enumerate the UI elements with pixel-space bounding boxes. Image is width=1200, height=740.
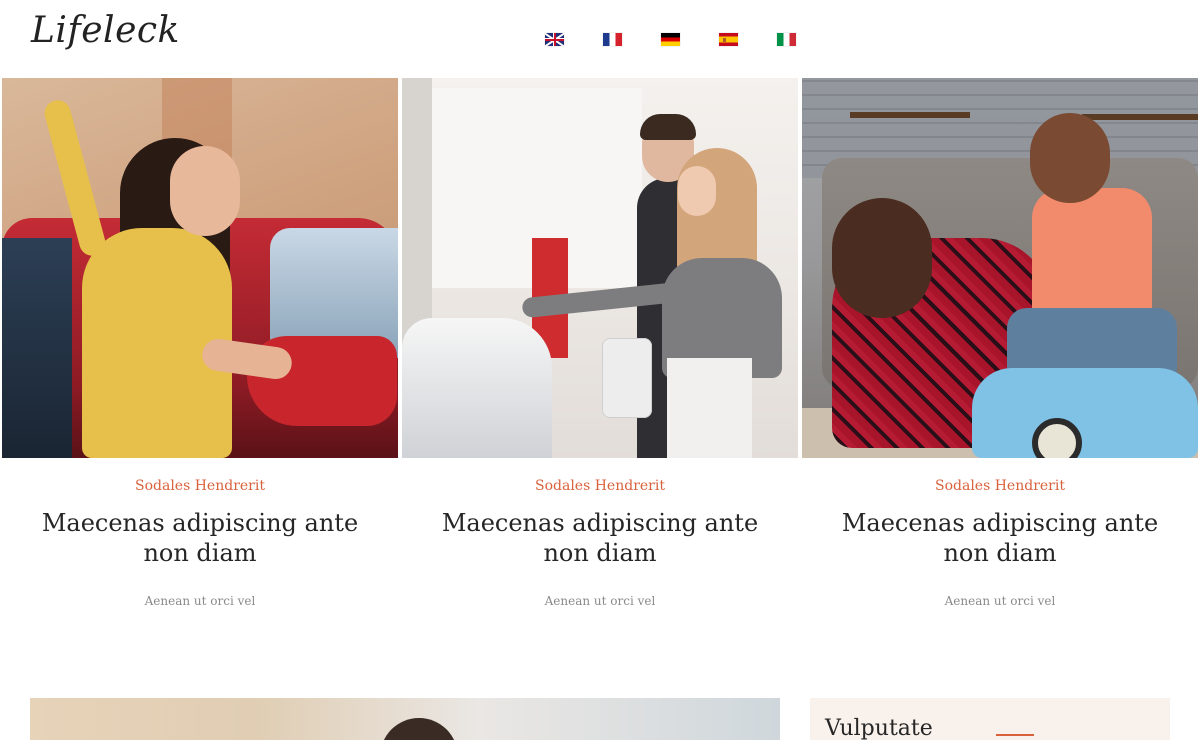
site-logo[interactable]: Lifeleck [31, 10, 180, 51]
uk-flag-red-cross [553, 33, 556, 46]
post-category-link[interactable]: Sodales Hendrerit [802, 478, 1198, 494]
image-shelf [1082, 114, 1198, 120]
image-car-window [2, 238, 72, 458]
post-title-link[interactable]: Maecenas adipiscing ante non diam [420, 508, 780, 568]
italy-flag-icon[interactable] [777, 33, 796, 46]
post-card: Sodales Hendrerit Maecenas adipiscing an… [402, 78, 798, 608]
featured-post-image[interactable] [30, 698, 780, 740]
language-switcher [545, 33, 796, 46]
post-card: Sodales Hendrerit Maecenas adipiscing an… [2, 78, 398, 608]
post-excerpt: Aenean ut orci vel [144, 594, 256, 608]
image-child [1032, 188, 1152, 328]
image-man-hair [640, 114, 696, 140]
image-shelf [850, 112, 970, 118]
post-title-link[interactable]: Maecenas adipiscing ante non diam [820, 508, 1180, 568]
germany-flag-icon[interactable] [661, 33, 680, 46]
image-toy-car [972, 368, 1198, 458]
post-excerpt: Aenean ut orci vel [944, 594, 1056, 608]
post-card-image[interactable] [402, 78, 798, 458]
image-skirt [667, 358, 752, 458]
widget-title: Vulputate [825, 716, 933, 740]
image-head [380, 718, 458, 740]
post-category-link[interactable]: Sodales Hendrerit [2, 478, 398, 494]
post-excerpt: Aenean ut orci vel [544, 594, 656, 608]
image-woman-face [678, 166, 716, 216]
post-card-image[interactable] [802, 78, 1198, 458]
image-face [170, 146, 240, 236]
image-bag [602, 338, 652, 418]
post-category-link[interactable]: Sodales Hendrerit [402, 478, 798, 494]
post-title-link[interactable]: Maecenas adipiscing ante non diam [20, 508, 380, 568]
uk-flag-icon[interactable] [545, 33, 564, 46]
image-car [402, 318, 552, 458]
image-child-head [1030, 113, 1110, 203]
spain-flag-icon[interactable] [719, 33, 738, 46]
sidebar-widget: Vulputate [810, 698, 1170, 740]
france-flag-icon[interactable] [603, 33, 622, 46]
site-header: Lifeleck [0, 0, 1200, 78]
post-card: Sodales Hendrerit Maecenas adipiscing an… [802, 78, 1198, 608]
widget-title-underline [996, 734, 1034, 736]
post-card-image[interactable] [2, 78, 398, 458]
image-father-head [832, 198, 932, 318]
